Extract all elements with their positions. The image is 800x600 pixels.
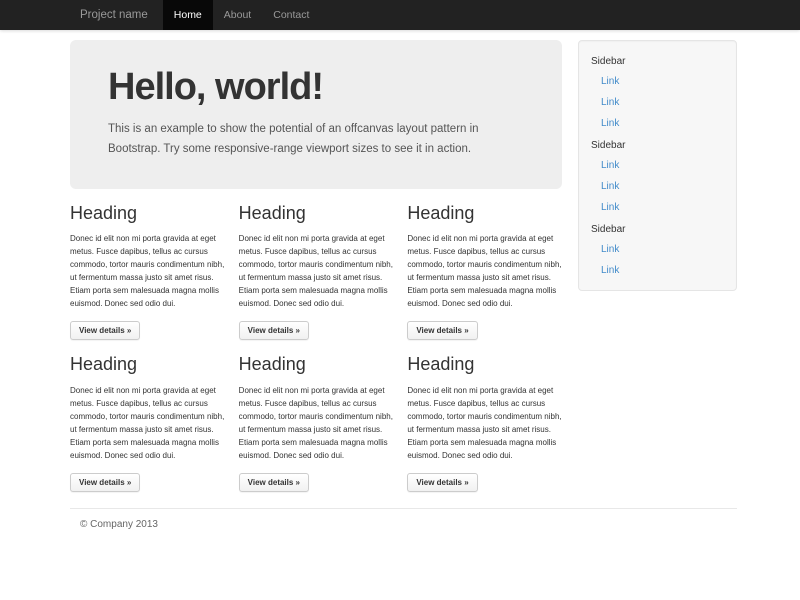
cards-row-2: Heading Donec id elit non mi porta gravi… — [70, 354, 562, 492]
sidebar-well: Sidebar Link Link Link Sidebar Link Link… — [578, 40, 737, 291]
sidebar-header: Sidebar — [579, 218, 736, 239]
navbar-inner: Project name Home About Contact — [70, 0, 320, 30]
hero-unit: Hello, world! This is an example to show… — [70, 40, 562, 189]
sidebar: Sidebar Link Link Link Sidebar Link Link… — [578, 40, 737, 291]
card-heading: Heading — [70, 203, 225, 225]
sidebar-link[interactable]: Link — [579, 155, 736, 176]
sidebar-link[interactable]: Link — [579, 260, 736, 281]
sidebar-link[interactable]: Link — [579, 113, 736, 134]
sidebar-link[interactable]: Link — [579, 239, 736, 260]
card-heading: Heading — [407, 203, 562, 225]
sidebar-group: Sidebar Link Link Link — [579, 134, 736, 218]
view-details-button[interactable]: View details » — [70, 473, 140, 492]
sidebar-group: Sidebar Link Link Link — [579, 50, 736, 134]
card-text: Donec id elit non mi porta gravida at eg… — [239, 232, 394, 310]
footer: © Company 2013 — [70, 508, 737, 560]
card-text: Donec id elit non mi porta gravida at eg… — [407, 384, 562, 462]
card-heading: Heading — [407, 354, 562, 376]
content-card: Heading Donec id elit non mi porta gravi… — [407, 354, 562, 492]
view-details-button[interactable]: View details » — [407, 321, 477, 340]
content-card: Heading Donec id elit non mi porta gravi… — [70, 354, 225, 492]
card-heading: Heading — [70, 354, 225, 376]
sidebar-link[interactable]: Link — [579, 71, 736, 92]
card-heading: Heading — [239, 203, 394, 225]
card-text: Donec id elit non mi porta gravida at eg… — [70, 384, 225, 462]
card-heading: Heading — [239, 354, 394, 376]
sidebar-link[interactable]: Link — [579, 176, 736, 197]
content-card: Heading Donec id elit non mi porta gravi… — [70, 203, 225, 341]
view-details-button[interactable]: View details » — [407, 473, 477, 492]
view-details-button[interactable]: View details » — [239, 321, 309, 340]
view-details-button[interactable]: View details » — [70, 321, 140, 340]
cards-row-1: Heading Donec id elit non mi porta gravi… — [70, 203, 562, 341]
content-card: Heading Donec id elit non mi porta gravi… — [407, 203, 562, 341]
content-card: Heading Donec id elit non mi porta gravi… — [239, 203, 394, 341]
sidebar-link[interactable]: Link — [579, 197, 736, 218]
card-text: Donec id elit non mi porta gravida at eg… — [70, 232, 225, 310]
page-container: Hello, world! This is an example to show… — [70, 40, 737, 560]
sidebar-header: Sidebar — [579, 134, 736, 155]
footer-copyright: © Company 2013 — [80, 519, 737, 530]
nav-item-contact[interactable]: Contact — [262, 0, 320, 30]
main-content: Hello, world! This is an example to show… — [70, 40, 562, 492]
view-details-button[interactable]: View details » — [239, 473, 309, 492]
nav-item-home[interactable]: Home — [163, 0, 213, 30]
card-text: Donec id elit non mi porta gravida at eg… — [239, 384, 394, 462]
sidebar-group: Sidebar Link Link — [579, 218, 736, 281]
hero-title: Hello, world! — [108, 66, 524, 110]
hero-description: This is an example to show the potential… — [108, 119, 524, 159]
navbar-menu: Home About Contact — [163, 0, 321, 30]
sidebar-link[interactable]: Link — [579, 92, 736, 113]
content-card: Heading Donec id elit non mi porta gravi… — [239, 354, 394, 492]
navbar-brand[interactable]: Project name — [70, 0, 163, 30]
sidebar-header: Sidebar — [579, 50, 736, 71]
card-text: Donec id elit non mi porta gravida at eg… — [407, 232, 562, 310]
nav-item-about[interactable]: About — [213, 0, 262, 30]
navbar: Project name Home About Contact — [0, 0, 800, 30]
